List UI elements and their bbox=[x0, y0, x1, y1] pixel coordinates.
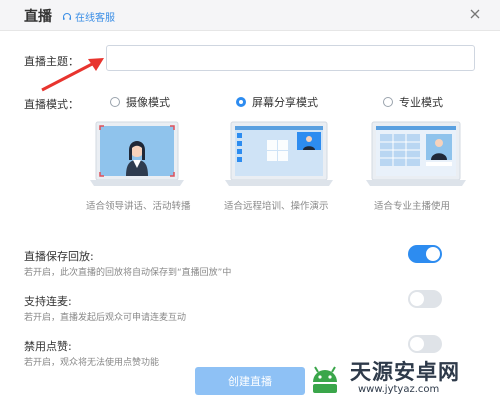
radio-screen-share[interactable] bbox=[236, 97, 246, 107]
annotation-arrow bbox=[41, 58, 104, 92]
co-host-desc: 若开启，直播发起后观众可申请连麦互动 bbox=[24, 313, 187, 323]
screen-share-illustration[interactable] bbox=[225, 120, 333, 190]
camera-mode-desc: 适合领导讲话、活动转播 bbox=[86, 201, 191, 212]
mode-option-professional[interactable]: 专业模式 bbox=[383, 94, 443, 110]
radio-professional[interactable] bbox=[383, 97, 393, 107]
topic-input[interactable] bbox=[106, 45, 475, 71]
headset-icon bbox=[63, 12, 71, 20]
save-replay-title: 直播保存回放: bbox=[24, 250, 94, 263]
toggle-knob bbox=[426, 247, 440, 261]
mode-option-screen-share-label: 屏幕分享模式 bbox=[252, 96, 318, 109]
create-live-button[interactable]: 创建直播 bbox=[195, 367, 305, 395]
co-host-toggle[interactable] bbox=[408, 290, 442, 308]
professional-mode-illustration[interactable] bbox=[366, 120, 466, 190]
co-host-title: 支持连麦: bbox=[24, 295, 72, 308]
watermark-url: www.jytyaz.com bbox=[358, 384, 440, 395]
toggle-knob bbox=[410, 337, 424, 351]
professional-mode-desc: 适合专业主播使用 bbox=[374, 201, 451, 212]
camera-mode-illustration[interactable] bbox=[88, 120, 186, 190]
mode-option-professional-label: 专业模式 bbox=[399, 96, 443, 109]
save-replay-desc: 若开启，此次直播的回放将自动保存到“直播回放”中 bbox=[24, 268, 232, 278]
mode-option-screen-share[interactable]: 屏幕分享模式 bbox=[236, 94, 318, 110]
mode-label: 直播模式： bbox=[24, 98, 79, 111]
mode-option-camera-label: 摄像模式 bbox=[126, 96, 170, 109]
site-watermark: 天源安卓网 www.jytyaz.com bbox=[300, 352, 500, 403]
dialog-titlebar: 直播 在线客服 bbox=[0, 0, 500, 31]
disable-likes-desc: 若开启，观众将无法使用点赞功能 bbox=[24, 358, 160, 368]
disable-likes-title: 禁用点赞: bbox=[24, 340, 72, 353]
mode-option-camera[interactable]: 摄像模式 bbox=[110, 94, 170, 110]
close-icon[interactable] bbox=[468, 7, 482, 21]
screen-share-mode-desc: 适合远程培训、操作演示 bbox=[224, 201, 329, 212]
save-replay-toggle[interactable] bbox=[408, 245, 442, 263]
android-logo-icon bbox=[313, 366, 337, 393]
online-support-label: 在线客服 bbox=[75, 13, 115, 24]
toggle-knob bbox=[410, 292, 424, 306]
watermark-text: 天源安卓网 bbox=[350, 360, 460, 384]
online-support-link[interactable]: 在线客服 bbox=[62, 9, 115, 24]
radio-camera[interactable] bbox=[110, 97, 120, 107]
dialog-title: 直播 bbox=[24, 9, 52, 25]
disable-likes-toggle[interactable] bbox=[408, 335, 442, 353]
